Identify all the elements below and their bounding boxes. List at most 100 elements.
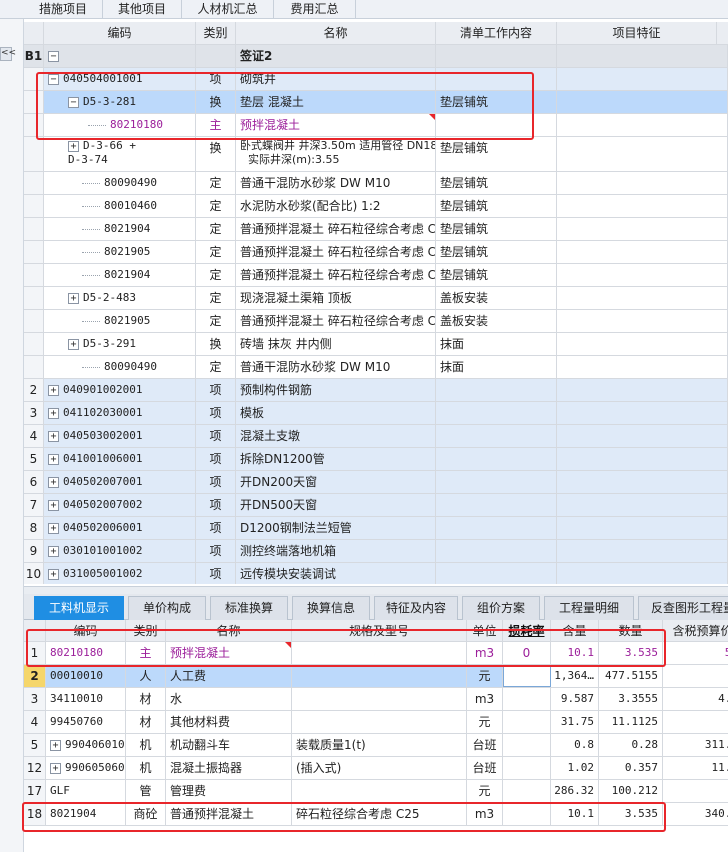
type-cell[interactable]: 定 xyxy=(196,310,236,332)
spec-cell[interactable] xyxy=(292,711,467,733)
spec-cell[interactable] xyxy=(292,780,467,802)
name-cell[interactable]: 拆除DN1200管 xyxy=(236,448,436,470)
work-content-cell[interactable] xyxy=(436,563,557,584)
code-cell[interactable]: 80010460 xyxy=(44,195,196,217)
grid-row[interactable]: 10 +031005001002 项远传模块安装调试 xyxy=(24,563,728,584)
expand-icon[interactable]: + xyxy=(48,407,59,419)
type-cell[interactable]: 机 xyxy=(126,734,166,756)
name-cell[interactable]: 水 xyxy=(166,688,292,710)
expand-icon[interactable]: + xyxy=(48,476,59,488)
expand-icon[interactable]: + xyxy=(68,140,79,152)
grid-row[interactable]: 4 +040503002001 项混凝土支墩 xyxy=(24,425,728,448)
price-cell[interactable]: 4.7 xyxy=(663,688,728,710)
code-cell[interactable]: 8021905 xyxy=(44,310,196,332)
code-cell[interactable]: 34110010 xyxy=(46,688,126,710)
type-cell[interactable]: 项 xyxy=(196,494,236,516)
feature-cell[interactable] xyxy=(557,172,728,194)
content-cell[interactable]: 286.32 xyxy=(551,780,599,802)
spec-cell[interactable]: (插入式) xyxy=(292,757,467,779)
name-cell[interactable]: 其他材料费 xyxy=(166,711,292,733)
grid-row[interactable]: 5 +041001006001 项拆除DN1200管 xyxy=(24,448,728,471)
type-cell[interactable]: 材 xyxy=(126,688,166,710)
feature-cell[interactable] xyxy=(557,563,728,584)
expand-icon[interactable]: + xyxy=(50,739,61,751)
tab-conversion-info[interactable]: 换算信息 xyxy=(292,596,370,620)
name-cell[interactable]: 远传模块安装调试 xyxy=(236,563,436,584)
name-cell[interactable]: D1200钢制法兰短管 xyxy=(236,517,436,539)
name-cell[interactable]: 普通预拌混凝土 碎石粒径综合考虑 C30 xyxy=(236,310,436,332)
expand-icon[interactable]: + xyxy=(48,499,59,511)
tab-measures[interactable]: 措施项目 xyxy=(24,0,103,19)
feature-cell[interactable] xyxy=(557,517,728,539)
type-cell[interactable]: 项 xyxy=(196,517,236,539)
name-cell[interactable]: 砖墙 抹灰 井内侧 xyxy=(236,333,436,355)
name-cell[interactable]: 混凝土振捣器 xyxy=(166,757,292,779)
code-cell[interactable]: 80090490 xyxy=(44,172,196,194)
feature-cell[interactable] xyxy=(557,68,728,90)
code-cell[interactable]: +040503002001 xyxy=(44,425,196,447)
price-cell[interactable]: 54 xyxy=(663,642,728,664)
code-cell[interactable]: 8021905 xyxy=(44,241,196,263)
feature-cell[interactable] xyxy=(557,241,728,263)
price-cell[interactable] xyxy=(663,711,728,733)
code-cell[interactable]: + D5-2-483 xyxy=(44,287,196,309)
type-cell[interactable]: 项 xyxy=(196,425,236,447)
material-row[interactable]: 334110010材水 m3 9.5873.35554.7 xyxy=(24,688,728,711)
feature-cell[interactable] xyxy=(557,310,728,332)
type-cell[interactable]: 项 xyxy=(196,379,236,401)
code-cell[interactable]: +031005001002 xyxy=(44,563,196,584)
qty-cell[interactable]: 100.212 xyxy=(599,780,663,802)
section-row[interactable]: B1 − 签证2 xyxy=(24,45,728,68)
type-cell[interactable]: 机 xyxy=(126,757,166,779)
grid-row[interactable]: 8021905 定普通预拌混凝土 碎石粒径综合考虑 C30 垫层铺筑 xyxy=(24,241,728,264)
tab-standard-conversion[interactable]: 标准换算 xyxy=(210,596,288,620)
name-cell[interactable]: 卧式蝶阀井 井深3.50m 适用管径 DN1800 实际井深(m):3.55 xyxy=(236,137,436,171)
tab-pricing-scheme[interactable]: 组价方案 xyxy=(462,596,540,620)
unit-cell[interactable]: 台班 xyxy=(467,734,503,756)
work-content-cell[interactable] xyxy=(436,471,557,493)
spec-cell[interactable]: 装载质量1(t) xyxy=(292,734,467,756)
type-cell[interactable]: 定 xyxy=(196,356,236,378)
price-cell[interactable] xyxy=(663,665,728,687)
grid-row[interactable]: 80090490 定普通干混防水砂浆 DW M10 垫层铺筑 xyxy=(24,172,728,195)
header-type[interactable]: 类别 xyxy=(196,22,236,44)
expand-icon[interactable]: + xyxy=(50,762,61,774)
type-cell[interactable]: 项 xyxy=(196,402,236,424)
material-row[interactable]: 2 00010010 人人工费 元 1,364… 477.5155 xyxy=(24,665,728,688)
work-content-cell[interactable]: 抹面 xyxy=(436,333,557,355)
loss-cell[interactable] xyxy=(503,665,551,687)
work-content-cell[interactable] xyxy=(436,494,557,516)
name-cell[interactable]: 普通干混防水砂浆 DW M10 xyxy=(236,356,436,378)
name-cell[interactable]: 普通预拌混凝土 碎石粒径综合考虑 C25 xyxy=(236,264,436,286)
tab-unit-price[interactable]: 单价构成 xyxy=(128,596,206,620)
type-cell[interactable]: 换 xyxy=(196,333,236,355)
tab-feature-content[interactable]: 特征及内容 xyxy=(374,596,458,620)
work-content-cell[interactable]: 盖板安装 xyxy=(436,287,557,309)
unit-cell[interactable]: 台班 xyxy=(467,757,503,779)
name-cell[interactable]: 机动翻斗车 xyxy=(166,734,292,756)
work-content-cell[interactable]: 垫层铺筑 xyxy=(436,241,557,263)
code-cell[interactable]: 8021904 xyxy=(44,264,196,286)
name-cell[interactable]: 管理费 xyxy=(166,780,292,802)
feature-cell[interactable] xyxy=(557,402,728,424)
work-content-cell[interactable]: 垫层铺筑 xyxy=(436,195,557,217)
grid-row[interactable]: + D5-2-483 定现浇混凝土渠箱 顶板 盖板安装 xyxy=(24,287,728,310)
loss-cell[interactable] xyxy=(503,734,551,756)
tab-quantity-detail[interactable]: 工程量明细 xyxy=(544,596,634,620)
splitter[interactable] xyxy=(24,586,728,594)
material-row[interactable]: 5+990406010机机动翻斗车装载质量1(t)台班0.80.28311.8 xyxy=(24,734,728,757)
feature-cell[interactable] xyxy=(557,114,728,136)
feature-cell[interactable] xyxy=(557,91,728,113)
expand-icon[interactable]: + xyxy=(48,522,59,534)
content-cell[interactable]: 1,364… xyxy=(551,665,599,687)
work-content-cell[interactable] xyxy=(436,379,557,401)
qty-cell[interactable]: 0.28 xyxy=(599,734,663,756)
g2-header-tax-price[interactable]: 含税预算价 xyxy=(663,620,728,641)
expand-icon[interactable]: + xyxy=(48,568,59,580)
type-cell[interactable]: 项 xyxy=(196,471,236,493)
work-content-cell[interactable] xyxy=(436,517,557,539)
grid-row[interactable]: 8021904 定普通预拌混凝土 碎石粒径综合考虑 C25 垫层铺筑 xyxy=(24,264,728,287)
code-cell[interactable]: +990605060 xyxy=(46,757,126,779)
name-cell[interactable]: 模板 xyxy=(236,402,436,424)
content-cell[interactable]: 1.02 xyxy=(551,757,599,779)
